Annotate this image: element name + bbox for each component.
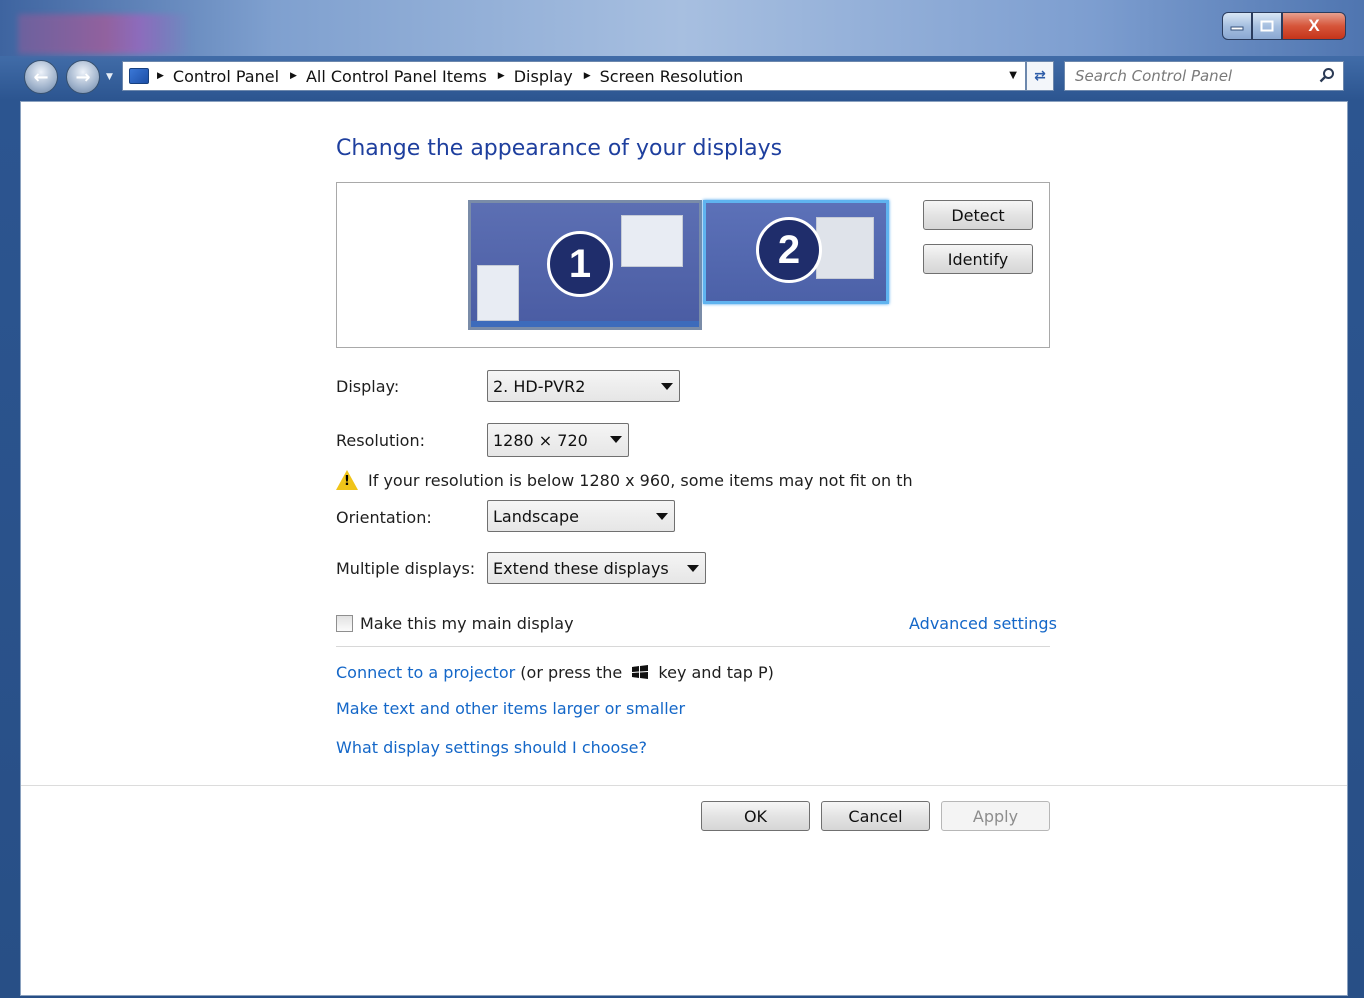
divider [336,646,1050,647]
chevron-down-icon [656,513,668,520]
close-icon: X [1308,16,1320,35]
back-arrow-icon: ← [33,66,49,88]
multiple-displays-label: Multiple displays: [336,559,476,578]
breadcrumb-control-panel[interactable]: Control Panel [173,67,279,86]
warning-text: If your resolution is below 1280 x 960, … [368,470,913,490]
connect-projector-link[interactable]: Connect to a projector [336,663,515,682]
refresh-button[interactable]: ⇄ [1026,61,1054,91]
title-bar-glow [18,14,192,54]
recent-pages-dropdown[interactable]: ▼ [106,72,113,82]
monitor-2[interactable]: 2 [703,200,889,304]
search-placeholder: Search Control Panel [1075,67,1233,85]
breadcrumb-arrow-icon[interactable]: ▶ [498,71,505,81]
advanced-settings-link[interactable]: Advanced settings [909,614,1057,633]
monitor-2-number: 2 [756,217,822,283]
projector-hint-text-end: key and tap P) [658,663,774,682]
main-display-checkbox[interactable] [336,615,353,632]
close-button[interactable]: X [1282,12,1346,40]
resolution-warning: ! If your resolution is below 1280 x 960… [336,470,913,490]
display-label: Display: [336,377,400,396]
multiple-displays-select[interactable]: Extend these displays [487,552,706,584]
breadcrumb-screen-resolution[interactable]: Screen Resolution [600,67,744,86]
display-select-value: 2. HD-PVR2 [493,376,586,396]
search-icon[interactable] [1319,67,1335,83]
chevron-down-icon [687,565,699,572]
window-controls: X [1222,12,1346,40]
refresh-icon: ⇄ [1034,68,1046,84]
chevron-down-icon [610,436,622,443]
maximize-icon [1260,20,1274,32]
orientation-select-value: Landscape [493,506,579,526]
back-button[interactable]: ← [24,60,58,94]
breadcrumb-arrow-icon[interactable]: ▶ [157,71,164,81]
content-pane: Change the appearance of your displays 1… [20,101,1348,996]
window: X ← → ▼ ▶ Control Panel ▶ All Control Pa… [0,0,1364,998]
resolution-select-value: 1280 × 720 [493,430,588,450]
chevron-down-icon [661,383,673,390]
ok-button[interactable]: OK [701,801,810,831]
display-arrangement-preview: 1 2 Detect Identify [336,182,1050,348]
mini-window-graphic [477,265,519,321]
page-title: Change the appearance of your displays [336,136,783,161]
resolution-select[interactable]: 1280 × 720 [487,423,629,457]
breadcrumb-arrow-icon[interactable]: ▶ [584,71,591,81]
monitor-1-number: 1 [547,231,613,297]
mini-window-graphic [621,215,683,267]
address-dropdown-icon[interactable]: ▼ [1009,70,1017,81]
footer-divider [21,785,1347,786]
resolution-label: Resolution: [336,431,425,450]
search-input[interactable]: Search Control Panel [1064,61,1344,91]
detect-button[interactable]: Detect [923,200,1033,230]
navigation-bar: ← → ▼ ▶ Control Panel ▶ All Control Pane… [0,56,1364,100]
breadcrumb-all-items[interactable]: All Control Panel Items [306,67,487,86]
text-size-link[interactable]: Make text and other items larger or smal… [336,699,685,718]
monitor-1[interactable]: 1 [468,200,702,330]
breadcrumb-display[interactable]: Display [514,67,573,86]
address-bar[interactable]: ▶ Control Panel ▶ All Control Panel Item… [122,61,1026,91]
forward-button[interactable]: → [66,60,100,94]
mini-taskbar [471,321,699,327]
breadcrumb-arrow-icon[interactable]: ▶ [290,71,297,81]
apply-button[interactable]: Apply [941,801,1050,831]
orientation-select[interactable]: Landscape [487,500,675,532]
projector-hint-text: (or press the [520,663,623,682]
projector-line: Connect to a projector (or press the key… [336,663,774,682]
display-select[interactable]: 2. HD-PVR2 [487,370,680,402]
forward-arrow-icon: → [75,66,91,88]
identify-button[interactable]: Identify [923,244,1033,274]
windows-logo-icon [632,665,649,679]
minimize-button[interactable] [1222,12,1252,40]
orientation-label: Orientation: [336,508,432,527]
main-display-label[interactable]: Make this my main display [360,614,574,633]
minimize-icon [1230,26,1244,31]
multiple-displays-select-value: Extend these displays [493,558,669,578]
cancel-button[interactable]: Cancel [821,801,930,831]
maximize-button[interactable] [1252,12,1282,40]
control-panel-icon [129,68,149,84]
warning-icon: ! [336,470,358,490]
mini-window-graphic [816,217,874,279]
display-settings-help-link[interactable]: What display settings should I choose? [336,738,647,757]
title-bar[interactable]: X [0,0,1364,56]
